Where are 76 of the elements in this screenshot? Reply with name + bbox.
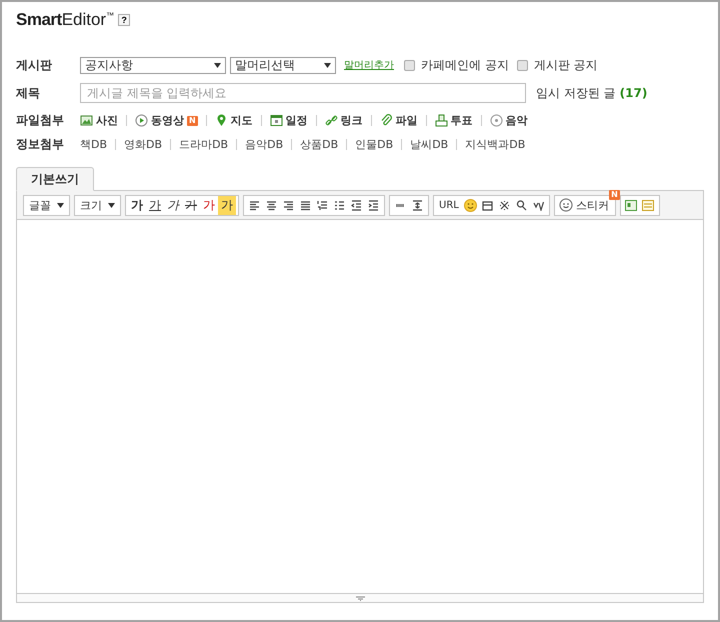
editor-logo: SmartEditor™: [16, 10, 114, 30]
line-height-icon: [412, 200, 423, 210]
attach-button[interactable]: 동영상 N: [135, 113, 198, 128]
face-icon: [558, 198, 573, 212]
caret-icon: [57, 202, 64, 208]
info-db-link[interactable]: 지식백과DB: [465, 136, 526, 152]
font-dropdown[interactable]: 글꼴: [23, 194, 70, 216]
info-db-link[interactable]: 상품DB: [300, 136, 338, 152]
file-attach-label: 파일첨부: [16, 112, 65, 129]
help-button[interactable]: ?: [118, 14, 130, 26]
checkbox-label: 카페메인에 공지: [421, 56, 509, 74]
format-button[interactable]: 가: [218, 196, 236, 214]
picture-icon: [80, 114, 93, 127]
table-icon: [482, 200, 493, 210]
title-input[interactable]: 게시글 제목을 입력하세요: [80, 83, 526, 103]
new-badge: N: [187, 116, 198, 126]
align-center-icon: [266, 200, 277, 210]
saved-drafts-count[interactable]: (17): [620, 86, 648, 100]
search-icon: [516, 200, 527, 210]
caret-icon: [324, 62, 331, 68]
title-label: 제목: [16, 84, 41, 102]
format-button[interactable]: 가: [182, 196, 200, 214]
notice-checkbox[interactable]: [516, 60, 528, 70]
ballot-box-icon: [434, 114, 448, 127]
info-db-link[interactable]: 영화DB: [124, 136, 162, 152]
board-label: 게시판: [16, 56, 53, 74]
resize-handle[interactable]: [17, 593, 703, 602]
align-right-icon: [283, 200, 294, 210]
attach-button[interactable]: 음악: [490, 113, 528, 128]
attach-button[interactable]: 링크: [324, 113, 363, 128]
caret-icon: [214, 62, 221, 68]
sticker-button[interactable]: 스티커: [556, 196, 613, 214]
attach-button[interactable]: 파일: [380, 113, 418, 128]
numbered-list-icon: [317, 200, 328, 210]
info-db-link[interactable]: 음악DB: [245, 136, 284, 152]
format-button[interactable]: 가: [128, 196, 146, 214]
layout-icon: [625, 200, 638, 210]
info-db-link[interactable]: 책DB: [80, 136, 108, 152]
play-icon: [135, 114, 148, 127]
caret-icon: [108, 202, 115, 208]
new-badge: N: [609, 190, 620, 200]
format-button[interactable]: 가: [164, 196, 182, 214]
map-pin-icon: [214, 114, 228, 127]
notice-checkbox[interactable]: [404, 60, 415, 70]
checkbox-label: 게시판 공지: [534, 56, 598, 74]
align-left-icon: [249, 200, 260, 210]
board-select[interactable]: 말머리선택: [230, 56, 336, 74]
justify-icon: [300, 200, 311, 210]
attach-button[interactable]: 투표: [434, 113, 473, 128]
template-icon: [642, 200, 654, 210]
format-button[interactable]: 가: [146, 196, 164, 214]
bullet-list-icon: [334, 200, 345, 210]
outdent-icon: [351, 200, 362, 210]
font-dropdown[interactable]: 크기: [74, 194, 121, 216]
attach-button[interactable]: 사진: [80, 113, 118, 128]
spellcheck-icon: [532, 200, 544, 210]
disc-icon: [490, 114, 503, 127]
add-prefix-link[interactable]: 말머리추가: [344, 58, 394, 72]
paperclip-icon: [380, 114, 393, 127]
reference-mark-icon: [498, 200, 510, 210]
indent-icon: [368, 200, 379, 210]
url-button[interactable]: URL: [436, 196, 462, 214]
grip-icon: [356, 596, 364, 600]
attach-button[interactable]: 지도: [214, 113, 253, 128]
info-db-link[interactable]: 인물DB: [355, 136, 394, 152]
board-select[interactable]: 공지사항: [80, 56, 226, 74]
format-button[interactable]: 가: [200, 196, 218, 214]
saved-drafts-label: 임시 저장된 글: [536, 84, 616, 102]
info-db-link[interactable]: 드라마DB: [179, 136, 228, 152]
attach-button[interactable]: 일정: [270, 113, 308, 128]
calendar-icon: [270, 114, 283, 127]
chain-link-icon: [324, 114, 338, 127]
smiley-icon: [464, 198, 477, 212]
editor-tab[interactable]: 기본쓰기: [16, 167, 94, 191]
info-db-link[interactable]: 날씨DB: [410, 136, 448, 152]
info-attach-label: 정보첨부: [16, 136, 65, 152]
